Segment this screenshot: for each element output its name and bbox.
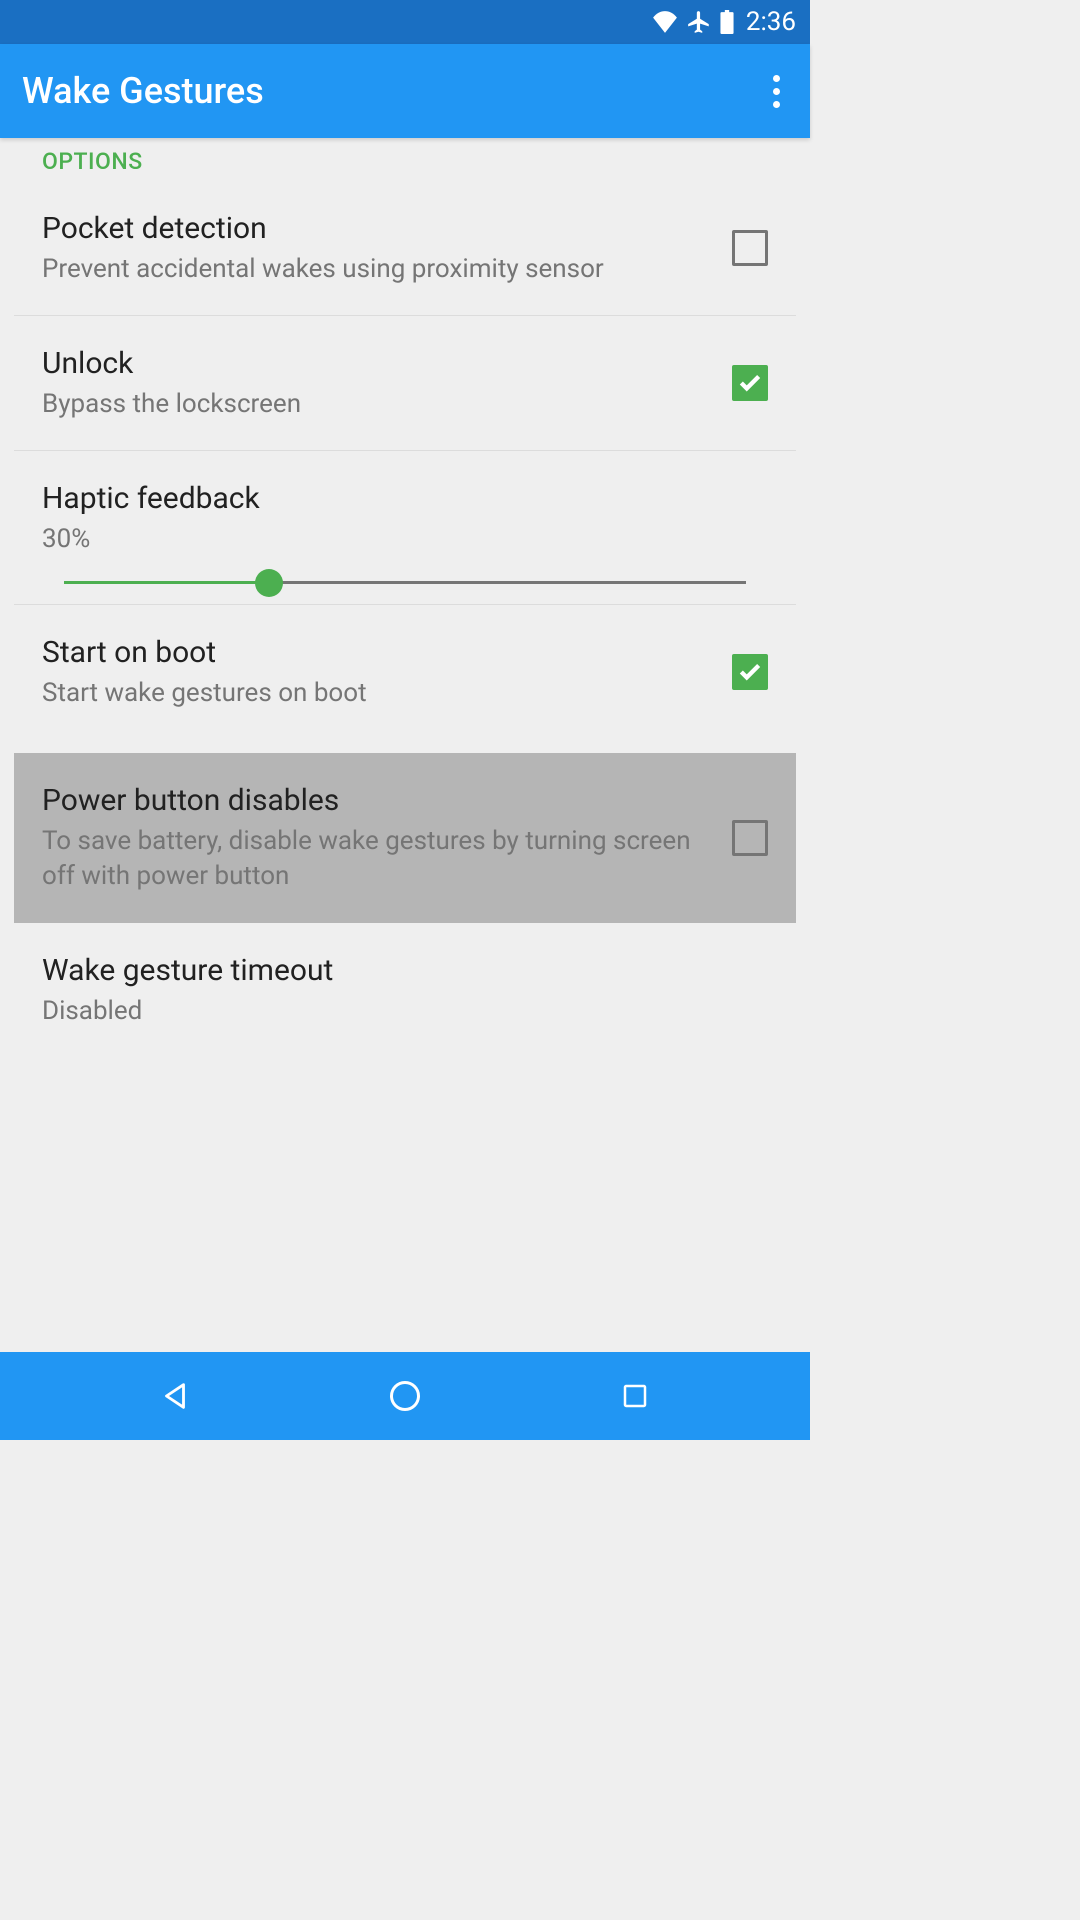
status-time: 2:36 [746,7,796,37]
setting-haptic-feedback[interactable]: Haptic feedback 30% [14,451,796,605]
app-title: Wake Gestures [22,70,264,112]
setting-wake-gesture-timeout[interactable]: Wake gesture timeout Disabled [14,923,796,1057]
setting-title: Pocket detection [42,209,712,248]
setting-subtitle: To save battery, disable wake gestures b… [42,824,712,894]
haptic-slider[interactable] [42,581,768,584]
unlock-checkbox[interactable] [732,365,768,401]
setting-title: Wake gesture timeout [42,951,768,990]
section-header-options: OPTIONS [14,138,796,181]
setting-power-button-disables[interactable]: Power button disables To save battery, d… [14,753,796,922]
status-bar: 2:36 [0,0,810,44]
settings-content: OPTIONS Pocket detection Prevent acciden… [0,138,810,1352]
setting-unlock[interactable]: Unlock Bypass the lockscreen [14,316,796,451]
setting-subtitle: Prevent accidental wakes using proximity… [42,252,712,287]
home-button[interactable] [381,1372,429,1420]
app-bar: Wake Gestures [0,44,810,138]
setting-title: Power button disables [42,781,712,820]
recents-button[interactable] [611,1372,659,1420]
navigation-bar [0,1352,810,1440]
setting-subtitle: Bypass the lockscreen [42,387,712,422]
pocket-detection-checkbox[interactable] [732,230,768,266]
setting-subtitle: Disabled [42,994,768,1029]
battery-icon [720,10,734,34]
back-button[interactable] [151,1372,199,1420]
setting-title: Haptic feedback [42,479,768,518]
setting-title: Unlock [42,344,712,383]
start-on-boot-checkbox[interactable] [732,654,768,690]
airplane-icon [686,9,712,35]
setting-pocket-detection[interactable]: Pocket detection Prevent accidental wake… [14,181,796,316]
power-button-disables-checkbox[interactable] [732,820,768,856]
overflow-menu-button[interactable] [765,67,788,116]
setting-value: 30% [42,522,768,557]
setting-subtitle: Start wake gestures on boot [42,676,712,711]
setting-start-on-boot[interactable]: Start on boot Start wake gestures on boo… [14,605,796,739]
setting-title: Start on boot [42,633,712,672]
wifi-icon [652,11,678,33]
slider-thumb[interactable] [255,569,283,597]
